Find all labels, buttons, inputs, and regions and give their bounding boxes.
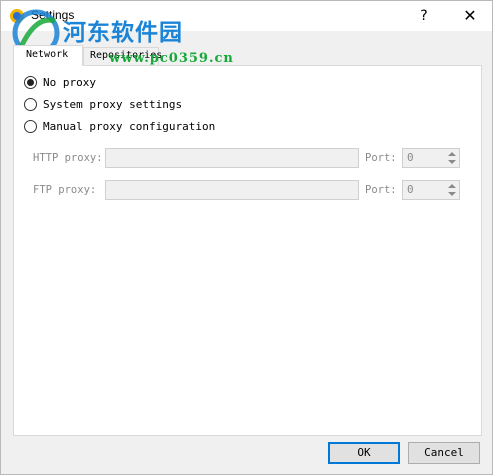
http-proxy-input[interactable] xyxy=(105,148,359,168)
radio-label: Manual proxy configuration xyxy=(43,119,216,133)
tab-network[interactable]: Network xyxy=(13,45,83,66)
ftp-port-value: 0 xyxy=(407,183,414,196)
help-button[interactable]: ? xyxy=(401,1,447,31)
ftp-port-spinbox[interactable]: 0 xyxy=(402,180,460,200)
http-port-spinbox[interactable]: 0 xyxy=(402,148,460,168)
spin-down-icon[interactable] xyxy=(448,192,456,196)
radio-label: No proxy xyxy=(43,75,96,89)
radio-button[interactable] xyxy=(24,119,37,133)
radio-no-proxy[interactable]: No proxy xyxy=(24,74,96,90)
close-button[interactable]: ✕ xyxy=(447,1,493,31)
radio-manual-proxy[interactable]: Manual proxy configuration xyxy=(24,118,215,134)
spin-down-icon[interactable] xyxy=(448,160,456,164)
spin-up-icon[interactable] xyxy=(448,152,456,156)
watermark-url: www.pc0359.cn xyxy=(109,51,234,66)
settings-dialog: Settings ? ✕ Network Repositories No pro… xyxy=(0,0,493,475)
ok-button[interactable]: OK xyxy=(328,442,400,464)
ftp-proxy-input[interactable] xyxy=(105,180,359,200)
spin-arrows xyxy=(445,149,459,167)
radio-system-proxy[interactable]: System proxy settings xyxy=(24,96,182,112)
network-panel: No proxy System proxy settings Manual pr… xyxy=(13,65,482,436)
radio-button[interactable] xyxy=(24,97,37,111)
radio-button[interactable] xyxy=(24,75,37,89)
radio-label: System proxy settings xyxy=(43,97,183,111)
ftp-proxy-label: FTP proxy: xyxy=(33,184,97,196)
watermark-title: 河东软件园 xyxy=(63,20,183,46)
http-port-label: Port: xyxy=(365,152,397,164)
spin-up-icon[interactable] xyxy=(448,184,456,188)
http-port-value: 0 xyxy=(407,151,414,164)
spin-arrows xyxy=(445,181,459,199)
http-proxy-label: HTTP proxy: xyxy=(33,152,103,164)
ftp-port-label: Port: xyxy=(365,184,397,196)
cancel-button[interactable]: Cancel xyxy=(408,442,480,464)
